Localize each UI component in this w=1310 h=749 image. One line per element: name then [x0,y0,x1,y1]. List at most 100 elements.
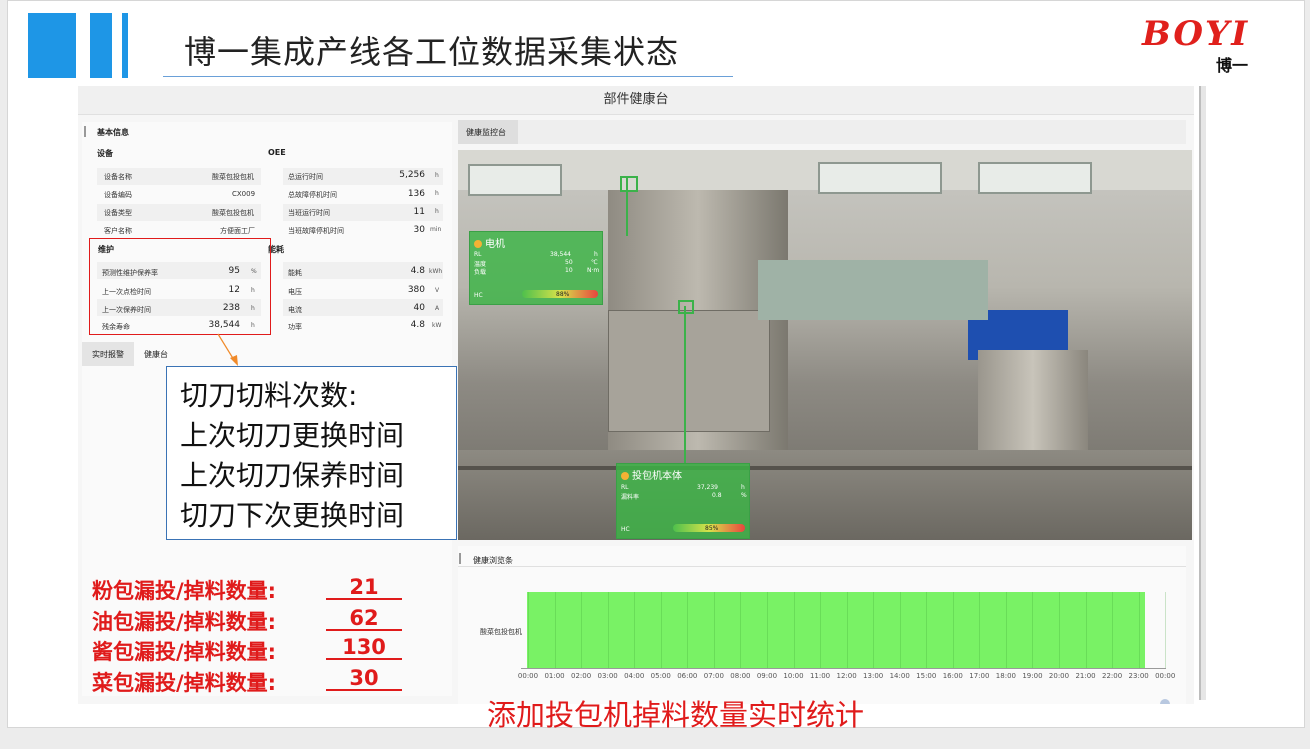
logo-text: BOYI [1142,14,1250,54]
tab-label: 健康监控台 [466,128,506,137]
boyi-logo: BOYI 博一 [1136,14,1268,75]
motor-overlay-card[interactable]: 电机 RL 38,544 h 温度 50 ℃ 负载 10 N·m HC 88% [469,231,603,305]
energy-value: 4.8 [410,266,425,276]
device-column-title: 设备 [97,149,113,158]
title-accent-block-2 [90,13,112,78]
time-tick-label: 10:00 [783,672,804,680]
oee-label: 总故障停机时间 [288,191,337,199]
device-type-label: 设备类型 [104,209,132,217]
scroll-handle-icon[interactable] [1160,699,1170,704]
body-overlay-title: 投包机本体 [621,467,682,482]
oee-unit: h [435,208,439,215]
time-tick-label: 13:00 [863,672,884,680]
oee-label: 当班运行时间 [288,209,330,217]
grid-line [1032,592,1034,668]
time-tick-label: 02:00 [571,672,592,680]
overlay-connector [684,306,686,464]
annotation-line: 上次切刀保养时间 [180,459,405,492]
tab-health-monitor[interactable]: 健康监控台 [458,120,518,144]
ov-label: RL [621,484,629,491]
grid-line [873,592,875,668]
time-tick-label: 22:00 [1102,672,1123,680]
grid-line [607,592,609,668]
energy-unit: kW [432,322,442,329]
time-tick-label: 16:00 [942,672,963,680]
time-tick-label: 19:00 [1022,672,1043,680]
grid-line [846,592,848,668]
title-underline [163,76,733,77]
ov-unit: ℃ [591,259,598,266]
count-value: 130 [326,636,402,660]
ov-value: 10 [565,267,573,274]
ov-label: RL [474,251,482,258]
count-label: 酱包漏投/掉料数量: [92,640,277,664]
time-tick-label: 20:00 [1048,672,1070,680]
ov-value: 0.8 [712,492,722,499]
marker-box [620,176,638,192]
section-marker [459,553,461,564]
title-accent-block-1 [28,13,76,78]
hc-value: 85% [705,525,719,532]
oee-unit: min [430,226,442,233]
hc-label: HC [474,292,483,299]
ov-unit: h [741,484,745,491]
grid-line [528,592,529,668]
energy-unit: A [435,305,440,312]
marker-box [678,300,694,314]
annotation-line: 切刀下次更换时间 [180,499,405,532]
time-tick-label: 17:00 [969,672,990,680]
hc-value: 88% [556,291,570,298]
customer-label: 客户名称 [104,227,132,235]
body-overlay-card[interactable]: 投包机本体 RL 37,239 h 漏料率 0.8 % HC 85% [616,463,750,539]
grid-line [1059,592,1060,668]
energy-unit: kWh [429,268,443,275]
time-tick-label: 15:00 [916,672,937,680]
status-dot-icon [474,240,482,248]
count-value: 62 [326,607,402,631]
grid-line [634,592,636,668]
vertical-scrollbar[interactable] [1199,86,1206,700]
tab-health[interactable]: 健康台 [138,342,188,366]
time-tick-label: 11:00 [809,672,831,680]
tab-realtime-alarm[interactable]: 实时报警 [82,342,134,366]
time-tick-label: 21:00 [1075,672,1096,680]
device-name-label: 设备名称 [104,173,132,181]
grid-line [926,592,928,668]
ov-unit: N·m [587,267,600,274]
section-marker [84,126,86,137]
count-label: 粉包漏投/掉料数量: [92,579,277,603]
count-value: 30 [326,667,402,691]
grid-line [713,592,715,668]
energy-unit: V [435,287,440,294]
energy-label: 功率 [288,323,302,331]
hc-label: HC [621,526,630,533]
oee-value: 11 [413,207,425,217]
time-tick-label: 03:00 [597,672,618,680]
annotation-arrow [217,333,238,366]
time-tick-label: 07:00 [703,672,724,680]
oee-label: 总运行时间 [288,173,323,181]
device-name-value: 酸菜包投包机 [212,173,254,181]
energy-label: 电压 [288,288,302,296]
time-tick-label: 09:00 [756,672,778,680]
time-tick-label: 00:00 [1155,672,1176,680]
monitor-tab-bar [458,120,1186,144]
health-timeline-bar[interactable] [527,592,1145,668]
grid-line [660,592,662,668]
grid-line [979,592,981,668]
tab-label: 实时报警 [92,350,124,359]
energy-label: 电流 [288,306,302,314]
grid-line [1085,592,1087,668]
grid-line [740,592,742,668]
oee-unit: h [435,190,439,197]
ov-value: 50 [565,259,573,266]
basic-info-title: 基本信息 [97,128,129,137]
energy-value: 4.8 [410,320,425,330]
oee-unit: h [435,172,439,179]
time-tick-label: 04:00 [624,672,645,680]
time-tick-label: 05:00 [650,672,671,680]
customer-value: 方便面工厂 [220,227,255,235]
time-tick-label: 08:00 [730,672,751,680]
device-code-label: 设备编码 [104,191,132,199]
logo-subtext: 博一 [1216,56,1249,75]
